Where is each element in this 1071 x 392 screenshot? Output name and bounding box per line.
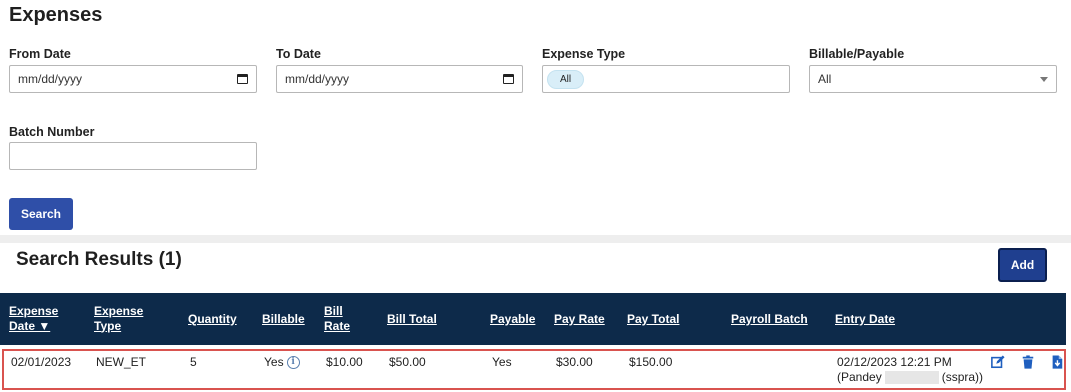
column-header-billable[interactable]: Billable	[262, 312, 305, 327]
bill-rate-header-line2: Rate	[324, 318, 351, 333]
edit-icon[interactable]	[991, 355, 1005, 369]
from-date-label: From Date	[9, 47, 71, 61]
file-download-icon[interactable]	[1050, 355, 1064, 369]
cell-entry-date: 02/12/2023 12:21 PM (Pandey (sspra))	[837, 355, 983, 385]
expense-type-multiselect[interactable]: All	[542, 65, 790, 93]
expense-date-header-line2: Date ▼	[9, 318, 51, 333]
entry-user-name: (Pandey	[837, 370, 882, 384]
search-button[interactable]: Search	[9, 198, 73, 230]
billable-payable-value: All	[818, 72, 832, 86]
cell-pay-total: $150.00	[629, 355, 673, 369]
results-table-header: Expense Date ▼ Expense Type Quantity Bil…	[0, 293, 1066, 345]
column-header-entry-date[interactable]: Entry Date	[835, 312, 895, 327]
chevron-down-icon	[1040, 77, 1048, 82]
column-header-bill-rate[interactable]: Bill Rate	[324, 304, 350, 333]
redacted-text	[884, 371, 939, 385]
cell-bill-total: $50.00	[389, 355, 426, 369]
from-date-placeholder: mm/dd/yyyy	[18, 72, 83, 86]
info-icon[interactable]: i	[286, 356, 300, 370]
calendar-icon[interactable]	[503, 74, 514, 84]
column-header-pay-rate[interactable]: Pay Rate	[554, 312, 605, 327]
trash-icon[interactable]	[1021, 355, 1035, 369]
expense-type-header-line1: Expense	[94, 304, 144, 318]
page-title: Expenses	[9, 4, 103, 26]
cell-expense-date: 02/01/2023	[11, 355, 72, 369]
batch-number-label: Batch Number	[9, 125, 95, 139]
entry-date-value: 02/12/2023 12:21 PM	[837, 355, 952, 369]
add-button[interactable]: Add	[998, 248, 1047, 282]
billable-value: Yes	[264, 355, 284, 369]
to-date-label: To Date	[276, 47, 321, 61]
cell-bill-rate: $10.00	[326, 355, 363, 369]
search-results-title: Search Results (1)	[16, 249, 182, 270]
table-row[interactable]: 02/01/2023 NEW_ET 5 Yes i $10.00 $50.00 Y…	[2, 349, 1066, 390]
column-header-expense-type[interactable]: Expense Type	[94, 304, 143, 333]
expense-type-chip[interactable]: All	[547, 69, 585, 89]
to-date-input[interactable]: mm/dd/yyyy	[276, 65, 523, 93]
cell-billable: Yes i	[264, 355, 300, 370]
calendar-icon[interactable]	[237, 74, 248, 84]
cell-payable: Yes	[492, 355, 512, 369]
expense-type-label: Expense Type	[542, 47, 626, 61]
cell-quantity: 5	[190, 355, 197, 369]
section-divider	[0, 235, 1071, 243]
bill-rate-header-line1: Bill	[324, 304, 343, 318]
cell-expense-type: NEW_ET	[96, 355, 147, 369]
entry-user: (Pandey (sspra))	[837, 370, 983, 385]
column-header-bill-total[interactable]: Bill Total	[387, 312, 437, 327]
batch-number-input[interactable]	[9, 142, 257, 170]
column-header-payable[interactable]: Payable	[490, 312, 535, 327]
entry-user-id: (sspra))	[941, 370, 984, 384]
column-header-payroll-batch[interactable]: Payroll Batch	[731, 312, 808, 327]
expense-date-header-line1: Expense	[9, 304, 59, 318]
column-header-expense-date[interactable]: Expense Date ▼	[9, 304, 58, 333]
to-date-placeholder: mm/dd/yyyy	[285, 72, 350, 86]
from-date-input[interactable]: mm/dd/yyyy	[9, 65, 257, 93]
billable-payable-select[interactable]: All	[809, 65, 1057, 93]
expense-type-header-line2: Type	[94, 318, 122, 333]
column-header-pay-total[interactable]: Pay Total	[627, 312, 679, 327]
billable-payable-label: Billable/Payable	[809, 47, 905, 61]
cell-pay-rate: $30.00	[556, 355, 593, 369]
column-header-quantity[interactable]: Quantity	[188, 312, 237, 327]
